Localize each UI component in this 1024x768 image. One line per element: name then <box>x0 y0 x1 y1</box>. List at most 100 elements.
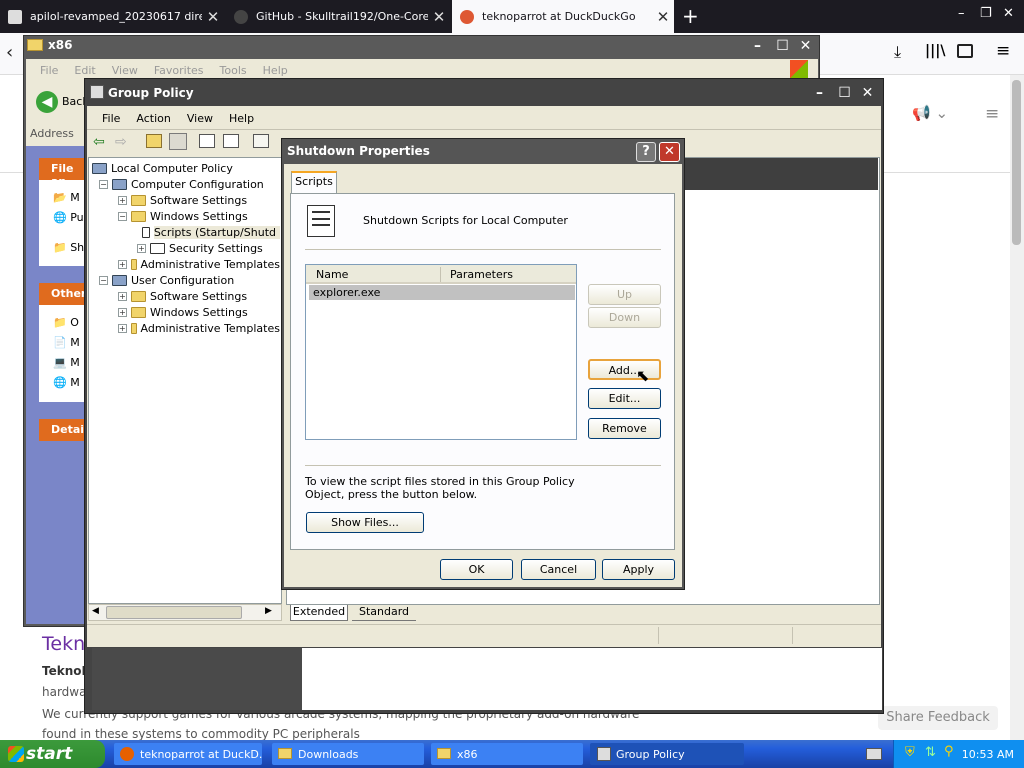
taskbar-item-x86[interactable]: x86 <box>431 743 583 765</box>
menu-edit[interactable]: Edit <box>66 64 103 77</box>
other-place-item[interactable]: 📄 M <box>53 336 80 349</box>
scroll-right-icon[interactable]: ▶ <box>265 606 272 616</box>
close-window-button[interactable]: ✕ <box>1003 6 1014 21</box>
taskbar-item-group-policy[interactable]: Group Policy <box>590 743 744 765</box>
file-task-item[interactable]: 📁 Sh <box>53 241 84 254</box>
file-tasks-header[interactable]: File an <box>39 158 86 188</box>
dialog-close-button[interactable]: ✕ <box>659 142 680 162</box>
up-button[interactable]: Up <box>588 284 661 305</box>
shield-icon[interactable]: ⛨ <box>905 745 915 760</box>
taskbar-item-downloads[interactable]: Downloads <box>272 743 424 765</box>
result-heading[interactable]: Tekn <box>42 633 85 655</box>
restore-button[interactable]: ❐ <box>980 6 992 21</box>
expand-icon[interactable]: + <box>118 291 127 301</box>
apply-button[interactable]: Apply <box>602 559 675 580</box>
ok-button[interactable]: OK <box>440 559 513 580</box>
back-arrow-icon[interactable]: ⇦ <box>93 134 105 150</box>
help-button[interactable]: ? <box>636 142 656 162</box>
details-header[interactable]: Detai <box>39 419 86 441</box>
tree-item[interactable]: Local Computer Policy <box>92 160 280 176</box>
close-tab-icon[interactable]: ✕ <box>202 8 224 26</box>
menu-action[interactable]: Action <box>128 112 178 125</box>
up-folder-icon[interactable] <box>146 134 162 148</box>
keyboard-icon[interactable] <box>866 748 882 760</box>
minimize-button[interactable]: – <box>958 6 965 21</box>
file-task-item[interactable]: 📂 M <box>53 191 80 204</box>
forward-arrow-icon[interactable]: ⇨ <box>115 134 127 150</box>
tree-item[interactable]: Scripts (Startup/Shutd <box>92 224 280 240</box>
network-icon[interactable]: ⇅ <box>925 745 936 760</box>
back-arrow-icon[interactable]: ‹ <box>6 42 13 63</box>
tree-item[interactable]: + Windows Settings <box>92 304 280 320</box>
tree-item[interactable]: − Computer Configuration <box>92 176 280 192</box>
column-parameters[interactable]: Parameters <box>450 268 513 281</box>
menu-icon[interactable]: ≡ <box>996 41 1010 61</box>
collapse-icon[interactable]: − <box>118 211 127 221</box>
column-divider[interactable] <box>440 267 441 282</box>
menu-help[interactable]: Help <box>221 112 262 125</box>
library-icon[interactable]: |||\ <box>925 43 945 59</box>
properties-icon[interactable] <box>199 134 215 148</box>
sidebar-icon[interactable] <box>957 44 973 58</box>
export-list-icon[interactable] <box>223 134 239 148</box>
remove-button[interactable]: Remove <box>588 418 661 439</box>
browser-tab-3-active[interactable]: teknoparrot at DuckDuckGo ✕ <box>452 0 674 33</box>
menu-help[interactable]: Help <box>255 64 296 77</box>
explorer-maximize-button[interactable]: ☐ <box>773 37 792 56</box>
share-feedback-button[interactable]: Share Feedback <box>878 706 998 730</box>
explorer-close-button[interactable]: ✕ <box>796 37 815 56</box>
close-tab-icon[interactable]: ✕ <box>428 8 450 26</box>
tree-item[interactable]: − User Configuration <box>92 272 280 288</box>
close-tab-icon[interactable]: ✕ <box>652 8 674 26</box>
gpo-minimize-button[interactable]: – <box>810 84 829 103</box>
collapse-icon[interactable]: − <box>99 179 108 189</box>
add-button[interactable]: Add... <box>588 359 661 380</box>
menu-view[interactable]: View <box>179 112 221 125</box>
browser-tab-1[interactable]: apilol-revamped_20230617 directo ✕ <box>0 0 224 33</box>
tab-scripts[interactable]: Scripts <box>291 171 337 194</box>
other-places-header[interactable]: Other <box>39 283 86 305</box>
menu-file[interactable]: File <box>32 64 66 77</box>
show-tree-icon[interactable] <box>169 133 187 150</box>
edit-button[interactable]: Edit... <box>588 388 661 409</box>
menu-view[interactable]: View <box>104 64 146 77</box>
collapse-icon[interactable]: − <box>99 275 108 285</box>
help-icon[interactable] <box>253 134 269 148</box>
expand-icon[interactable]: + <box>118 195 127 205</box>
show-files-button[interactable]: Show Files... <box>306 512 424 533</box>
gpo-maximize-button[interactable]: ☐ <box>835 84 854 103</box>
gpo-close-button[interactable]: ✕ <box>858 84 877 103</box>
expand-icon[interactable]: + <box>118 259 127 269</box>
cancel-button[interactable]: Cancel <box>521 559 596 580</box>
new-tab-button[interactable]: + <box>682 4 699 28</box>
down-button[interactable]: Down <box>588 307 661 328</box>
other-place-item[interactable]: 🌐 M <box>53 376 80 389</box>
search-icon[interactable]: ⚲ <box>944 744 954 759</box>
expand-icon[interactable]: + <box>137 243 146 253</box>
scroll-left-icon[interactable]: ◀ <box>92 606 99 616</box>
other-place-item[interactable]: 💻 M <box>53 356 80 369</box>
tree-item[interactable]: + Administrative Templates <box>92 320 280 336</box>
page-scrollbar-thumb[interactable] <box>1012 80 1021 245</box>
taskbar-item-firefox[interactable]: teknoparrot at DuckD... <box>114 743 262 765</box>
tab-standard[interactable]: Standard <box>352 605 416 621</box>
page-menu-icon[interactable]: ≡ <box>985 104 999 124</box>
expand-icon[interactable]: + <box>118 323 127 333</box>
tree-scroll-thumb[interactable] <box>106 606 242 619</box>
tab-extended[interactable]: Extended <box>290 605 348 621</box>
back-icon[interactable]: ◀ <box>36 91 58 113</box>
explorer-minimize-button[interactable]: – <box>748 37 767 56</box>
tree-item[interactable]: + Administrative Templates <box>92 256 280 272</box>
browser-tab-2[interactable]: GitHub - Skulltrail192/One-Core-A ✕ <box>226 0 450 33</box>
tree-item[interactable]: + Software Settings <box>92 192 280 208</box>
megaphone-icon[interactable]: 📢 ⌄ <box>912 104 948 122</box>
tree-item[interactable]: + Software Settings <box>92 288 280 304</box>
tree-item[interactable]: + Security Settings <box>92 240 280 256</box>
menu-favorites[interactable]: Favorites <box>146 64 212 77</box>
expand-icon[interactable]: + <box>118 307 127 317</box>
tree-item[interactable]: − Windows Settings <box>92 208 280 224</box>
column-name[interactable]: Name <box>316 268 348 281</box>
menu-tools[interactable]: Tools <box>212 64 255 77</box>
other-place-item[interactable]: 📁 O <box>53 316 79 329</box>
clock[interactable]: 10:53 AM <box>962 748 1014 761</box>
